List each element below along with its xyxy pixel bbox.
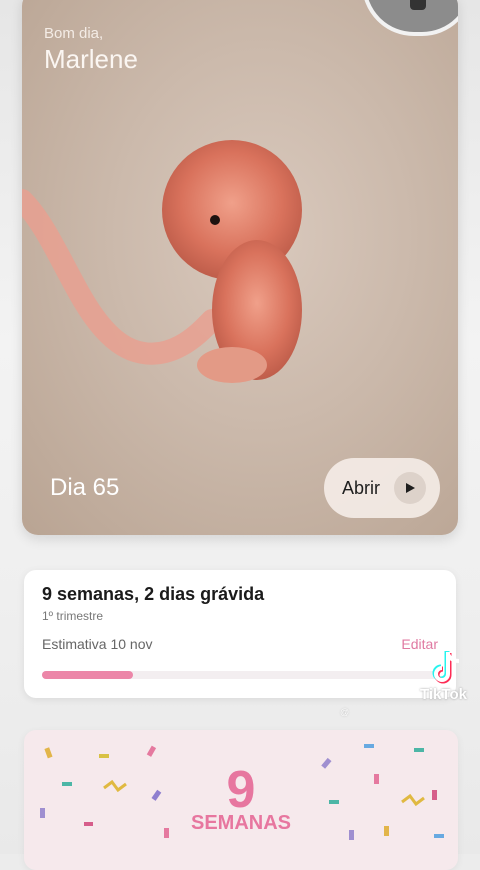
greeting-text: Bom dia, <box>44 25 104 42</box>
weeks-number: 9 <box>226 761 256 819</box>
open-button[interactable]: Abrir <box>324 458 440 518</box>
trimester-label: 1º trimestre <box>42 609 104 623</box>
tiktok-logo-icon <box>432 651 460 684</box>
day-counter: Dia 65 <box>50 474 120 501</box>
tiktok-user-handle: @ <box>340 707 350 717</box>
pregnancy-week-title: 9 semanas, 2 dias grávida <box>42 584 265 604</box>
pregnancy-progress-fill <box>42 671 134 679</box>
profile-avatar[interactable] <box>362 0 458 36</box>
tiktok-label: TikTok <box>420 686 467 703</box>
pregnancy-progress-bar <box>42 671 438 679</box>
tiktok-watermark: TikTok <box>420 650 480 720</box>
weeks-label: SEMANAS <box>190 812 291 834</box>
weeks-card[interactable]: 9 SEMANAS <box>24 730 458 870</box>
user-name: Marlene <box>44 44 138 74</box>
embryo-illustration <box>22 140 302 383</box>
play-icon <box>394 472 426 504</box>
avatar-person-figure <box>410 0 426 10</box>
due-date-estimate: Estimativa 10 nov <box>42 636 153 652</box>
open-button-label: Abrir <box>342 477 381 498</box>
pregnancy-status-card[interactable]: 9 semanas, 2 dias grávida 1º trimestre E… <box>24 570 456 698</box>
embryo-hero-card[interactable]: Bom dia, Marlene Dia 65 Abrir <box>22 0 458 535</box>
